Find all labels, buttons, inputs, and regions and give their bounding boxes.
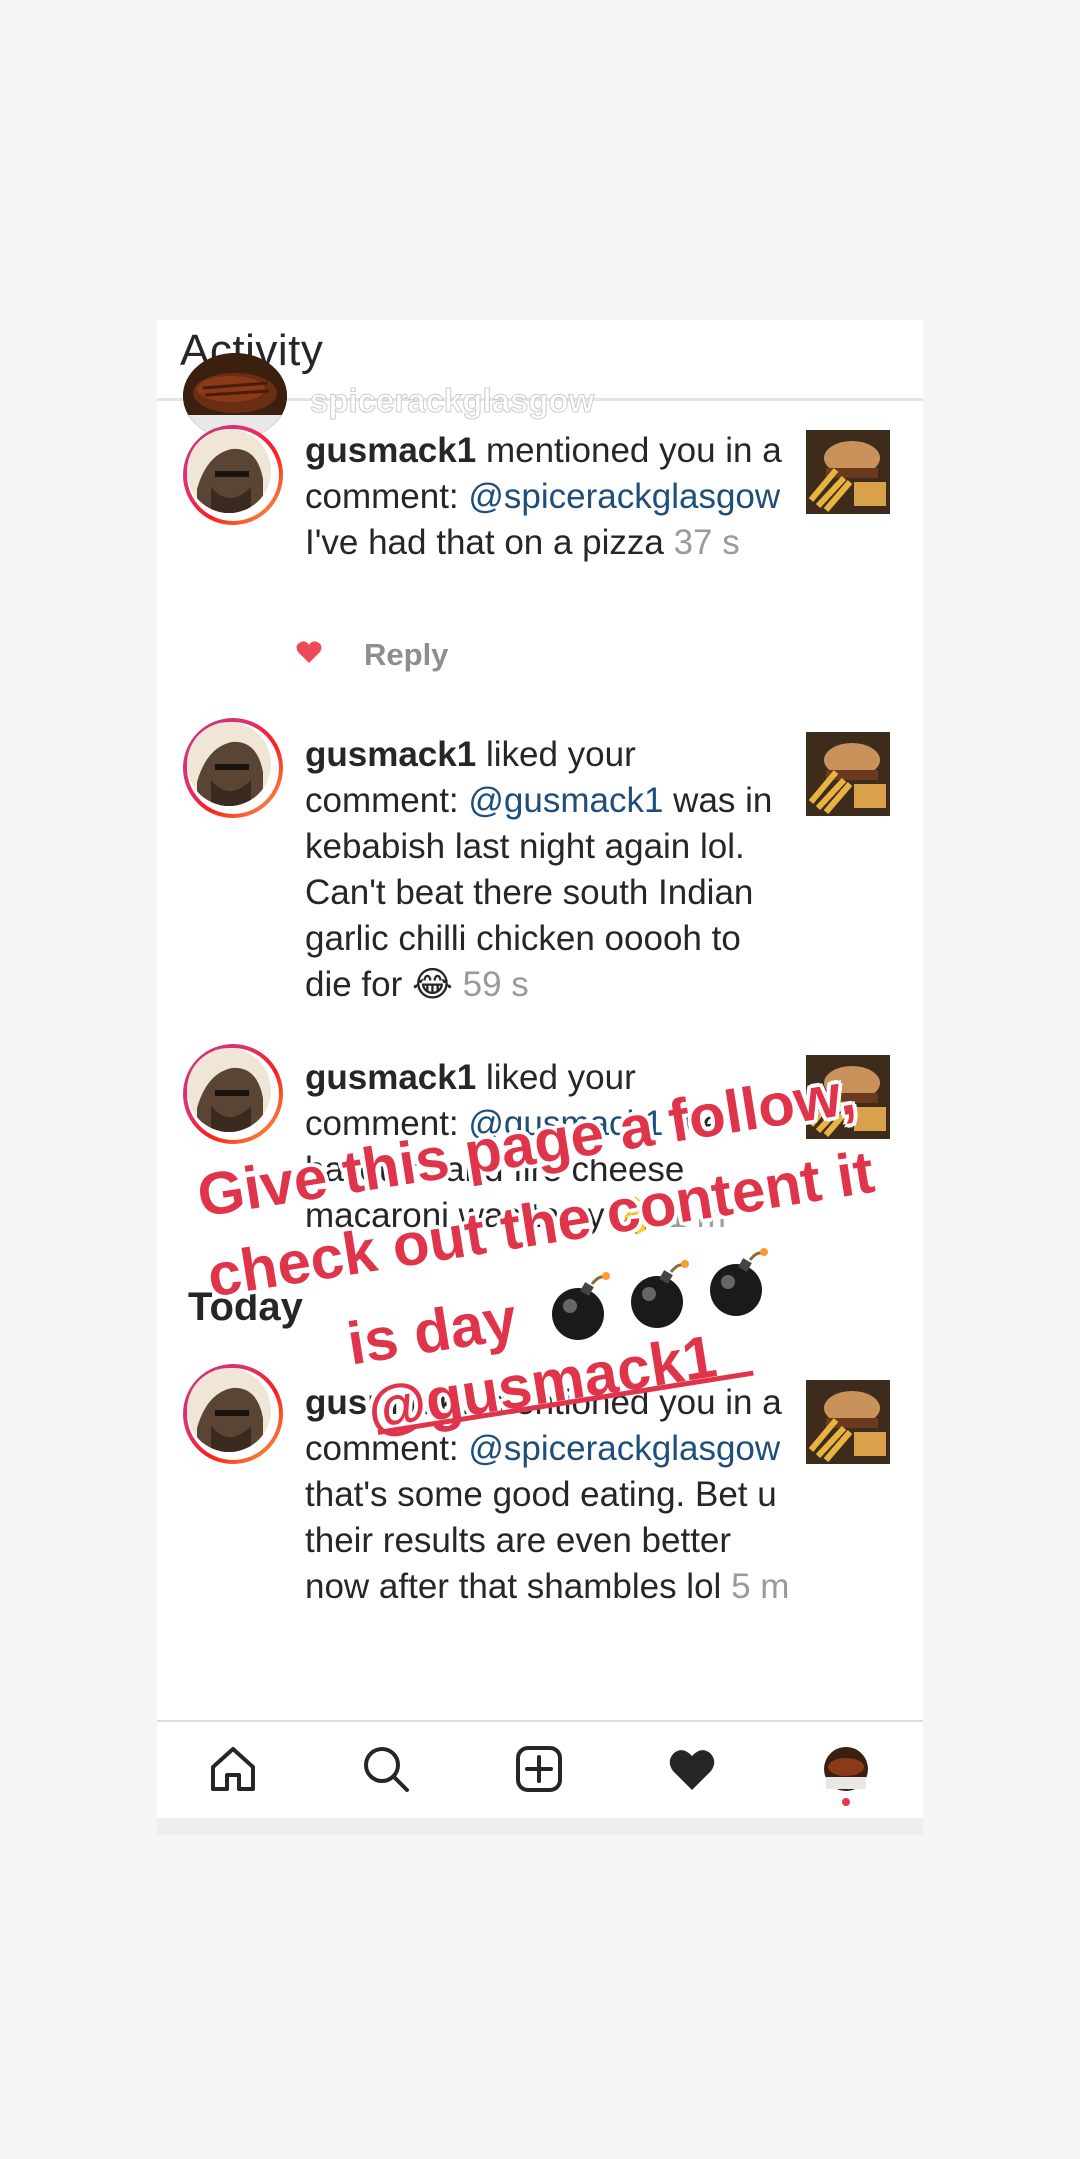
home-icon <box>211 1747 255 1791</box>
user-avatar[interactable] <box>183 718 283 818</box>
notification-time: 5 m <box>731 1567 790 1606</box>
burger-photo-icon <box>806 732 890 816</box>
notification-time: 1 m <box>667 1196 726 1235</box>
story-username[interactable]: spicerackglasgow <box>309 382 594 420</box>
notification-body: that's some good eating. Bet u their res… <box>305 1475 777 1606</box>
tab-home[interactable] <box>207 1743 259 1795</box>
notification-text: gusmack1 mentioned you in a comment: @sp… <box>305 1380 795 1610</box>
mention-link[interactable]: @spicerackglasgow <box>468 477 780 516</box>
tab-search[interactable] <box>360 1743 412 1795</box>
section-today: Today <box>188 1285 303 1329</box>
notification-username[interactable]: gusmack1 <box>305 1383 476 1422</box>
user-avatar[interactable] <box>183 1364 283 1464</box>
avatar-photo-icon <box>187 1368 271 1452</box>
heart-icon <box>669 1750 715 1790</box>
post-thumbnail[interactable] <box>806 1055 890 1139</box>
notification-time: 59 s <box>462 965 529 1004</box>
tab-activity[interactable] <box>666 1743 718 1795</box>
notification-username[interactable]: gusmack1 <box>305 1058 476 1097</box>
notification-time: 37 s <box>673 523 740 562</box>
notification-text: gusmack1 liked your comment: @gusmack1 t… <box>305 1055 795 1239</box>
post-thumbnail[interactable] <box>806 732 890 816</box>
notification-text: gusmack1 mentioned you in a comment: @sp… <box>305 428 795 566</box>
burger-photo-icon <box>806 430 890 514</box>
notification-username[interactable]: gusmack1 <box>305 431 476 470</box>
avatar-photo-icon <box>187 722 271 806</box>
post-thumbnail[interactable] <box>806 430 890 514</box>
reply-button[interactable]: Reply <box>364 637 448 673</box>
notification-dot <box>842 1798 850 1806</box>
avatar-photo-icon <box>187 429 271 513</box>
mention-link[interactable]: @gusmack1 <box>468 1104 663 1143</box>
search-icon <box>364 1747 409 1792</box>
plus-square-icon <box>516 1746 562 1792</box>
tab-profile[interactable] <box>820 1743 872 1795</box>
user-avatar[interactable] <box>183 425 283 525</box>
post-thumbnail[interactable] <box>806 1380 890 1464</box>
notification-body: I've had that on a pizza <box>305 523 674 562</box>
burger-photo-icon <box>806 1055 890 1139</box>
avatar-photo-icon <box>187 1048 271 1132</box>
home-indicator-area <box>157 1818 923 1835</box>
like-heart-icon[interactable] <box>296 640 322 664</box>
user-avatar[interactable] <box>183 1044 283 1144</box>
burger-photo-icon <box>806 1380 890 1464</box>
mention-link[interactable]: @gusmack1 <box>468 781 663 820</box>
notification-username[interactable]: gusmack1 <box>305 735 476 774</box>
tab-new-post[interactable] <box>513 1743 565 1795</box>
mention-link[interactable]: @spicerackglasgow <box>468 1429 780 1468</box>
profile-avatar <box>824 1747 868 1791</box>
notification-text: gusmack1 liked your comment: @gusmack1 w… <box>305 732 795 1008</box>
